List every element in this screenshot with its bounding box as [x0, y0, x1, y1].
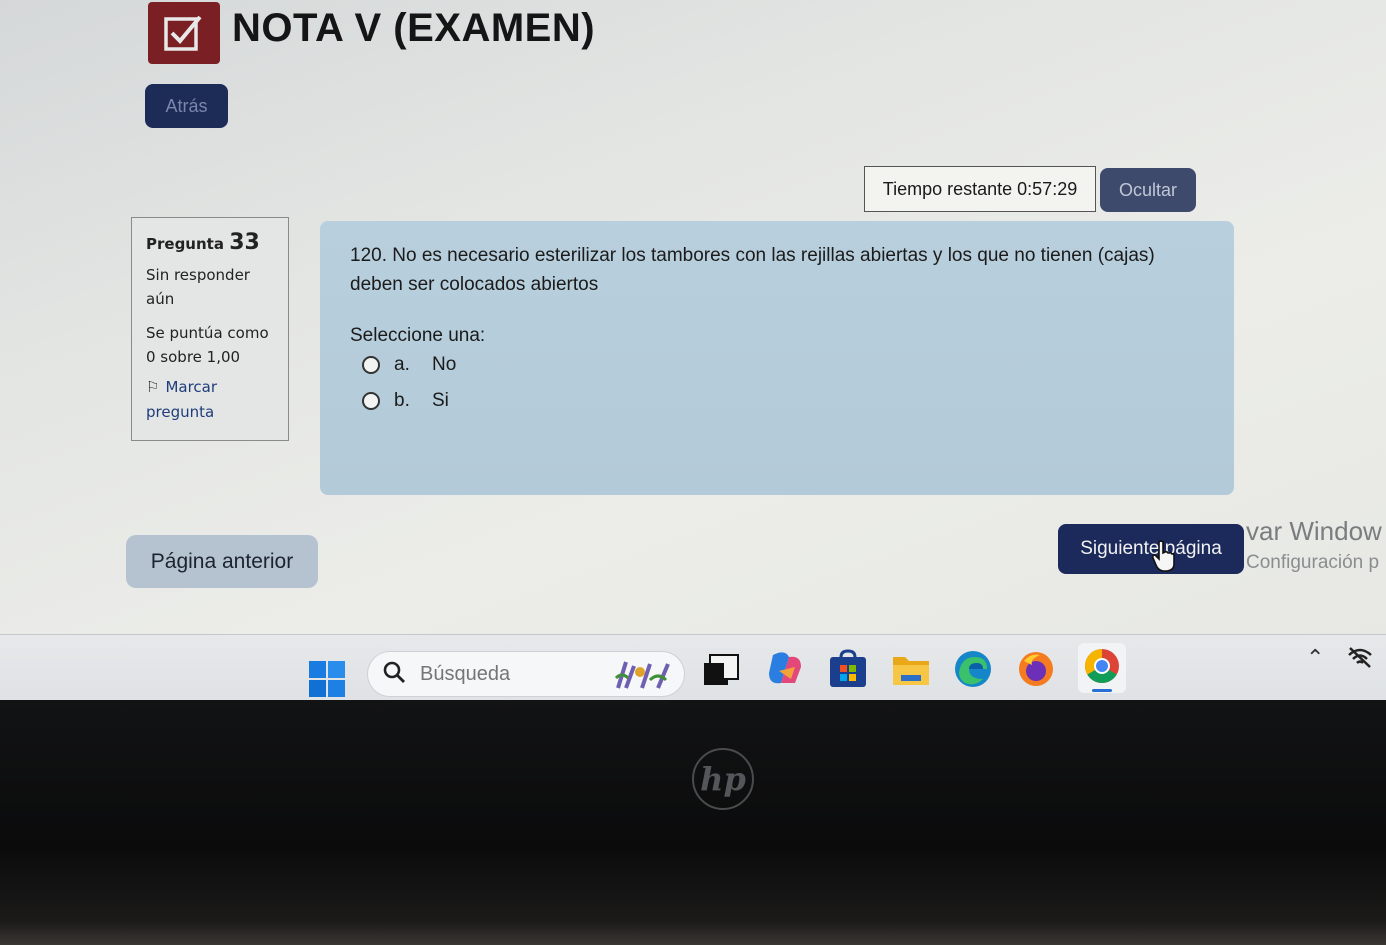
network-off-icon[interactable]: [1346, 645, 1374, 676]
question-grade: Se puntúa como 0 sobre 1,00: [146, 324, 269, 366]
time-remaining: Tiempo restante 0:57:29: [864, 166, 1096, 212]
radio-a[interactable]: [362, 356, 380, 374]
answer-option-a[interactable]: a. No: [362, 347, 1204, 383]
page-title: NOTA V (EXAMEN): [232, 6, 596, 50]
laptop-bezel: [0, 700, 1386, 945]
radio-b[interactable]: [362, 392, 380, 410]
file-explorer-icon[interactable]: [891, 649, 931, 689]
hide-timer-button[interactable]: Ocultar: [1100, 168, 1196, 212]
activate-windows-subtitle: Configuración p: [1246, 552, 1380, 573]
question-label: Pregunta: [146, 235, 224, 253]
option-letter: b.: [394, 390, 410, 411]
tray-chevron-up-icon[interactable]: ⌃: [1306, 645, 1324, 671]
task-view-icon[interactable]: [702, 649, 742, 689]
activate-windows-title: var Window: [1246, 516, 1382, 546]
store-icon[interactable]: [828, 649, 868, 689]
answer-option-b[interactable]: b. Si: [362, 383, 1204, 419]
flag-icon: ⚐: [146, 378, 160, 396]
back-button[interactable]: Atrás: [145, 84, 228, 128]
edge-icon[interactable]: [953, 649, 993, 689]
taskbar-search[interactable]: [367, 651, 685, 697]
option-letter: a.: [394, 354, 410, 375]
search-input[interactable]: [420, 662, 600, 686]
question-heading: Pregunta 33: [146, 230, 276, 255]
search-icon: [382, 660, 406, 689]
quiz-checkbox-icon: [148, 2, 220, 64]
option-text: Si: [432, 390, 449, 411]
question-text: 120. No es necesario esterilizar los tam…: [350, 245, 1155, 295]
chrome-icon[interactable]: [1078, 643, 1126, 693]
question-box: 120. No es necesario esterilizar los tam…: [320, 221, 1234, 495]
answer-prompt: Seleccione una:: [350, 325, 486, 346]
question-number: 33: [229, 230, 260, 255]
next-page-button[interactable]: Siguiente página: [1058, 524, 1244, 574]
firefox-icon[interactable]: [1016, 649, 1056, 689]
hp-logo: hp: [692, 748, 754, 810]
copilot-icon[interactable]: [765, 649, 805, 689]
question-status: Sin responder aún: [146, 266, 250, 308]
question-info-panel: Pregunta 33 Sin responder aún Se puntúa …: [131, 217, 289, 441]
flag-question-link[interactable]: ⚐ Marcar pregunta: [146, 375, 276, 425]
windows-start-icon[interactable]: [309, 661, 345, 697]
option-text: No: [432, 354, 457, 375]
previous-page-button[interactable]: Página anterior: [126, 535, 318, 588]
hand-cursor-icon: [1151, 540, 1176, 577]
screen: NOTA V (EXAMEN) Atrás Tiempo restante 0:…: [0, 0, 1386, 722]
search-highlight-icon: [612, 658, 674, 697]
hp-logo-text: hp: [700, 760, 746, 798]
